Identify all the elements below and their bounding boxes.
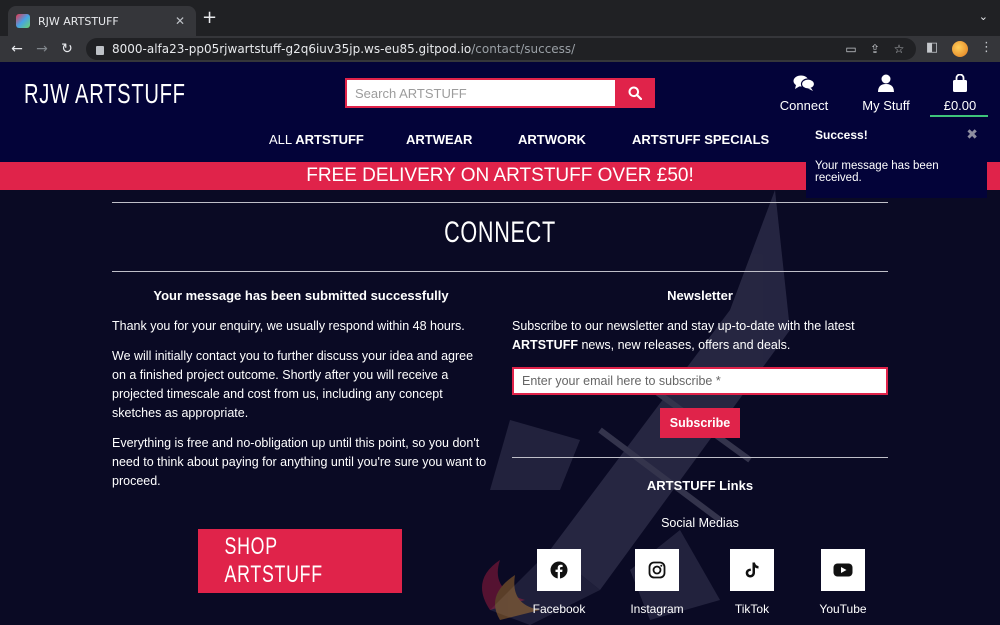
subscribe-button[interactable]: Subscribe bbox=[660, 408, 740, 438]
reader-mode-icon[interactable]: ▭ bbox=[844, 42, 858, 56]
success-heading: Your message has been submitted successf… bbox=[153, 288, 449, 303]
page-title: CONNECT bbox=[444, 216, 556, 249]
nav-all-artstuff[interactable]: ALL ARTSTUFF bbox=[269, 132, 364, 147]
success-paragraph-2: We will initially contact you to further… bbox=[112, 349, 474, 420]
search-form bbox=[345, 78, 655, 108]
instagram-label: Instagram bbox=[630, 602, 684, 616]
browser-menu-icon[interactable]: ⋮ bbox=[980, 40, 993, 55]
browser-tab[interactable]: RJW ARTSTUFF ✕ bbox=[8, 6, 196, 36]
reload-icon[interactable]: ↻ bbox=[58, 40, 76, 58]
browser-tab-bar: RJW ARTSTUFF ✕ + ⌄ bbox=[0, 0, 1000, 36]
title-divider-top bbox=[112, 202, 888, 203]
main-content: CONNECT Your message has been submitted … bbox=[0, 190, 1000, 625]
tab-title: RJW ARTSTUFF bbox=[38, 14, 119, 28]
instagram-icon-box bbox=[635, 549, 679, 591]
lock-icon bbox=[96, 45, 104, 55]
shop-artstuff-label: SHOP ARTSTUFF bbox=[224, 533, 323, 588]
nav-artwear[interactable]: ARTWEAR bbox=[406, 132, 472, 147]
success-message-column: Your message has been submitted successf… bbox=[112, 286, 490, 502]
new-tab-icon[interactable]: + bbox=[202, 9, 217, 27]
newsletter-column: Newsletter Subscribe to our newsletter a… bbox=[512, 286, 888, 367]
success-paragraph-3: Everything is free and no-obligation up … bbox=[112, 436, 487, 488]
profile-avatar-icon[interactable] bbox=[952, 41, 968, 57]
search-icon bbox=[628, 86, 642, 100]
title-divider-bottom bbox=[112, 271, 888, 272]
nav-artwork[interactable]: ARTWORK bbox=[518, 132, 586, 147]
tab-close-icon[interactable]: ✕ bbox=[172, 14, 188, 28]
site-favicon-icon bbox=[16, 14, 30, 28]
tiktok-icon-box bbox=[730, 549, 774, 591]
tab-search-chevron-icon[interactable]: ⌄ bbox=[979, 10, 988, 23]
instagram-link[interactable]: Instagram bbox=[622, 549, 692, 616]
social-heading: Social Medias bbox=[661, 516, 739, 530]
youtube-icon bbox=[833, 563, 853, 577]
nav-artstuff-specials[interactable]: ARTSTUFF SPECIALS bbox=[632, 132, 769, 147]
newsletter-email-input[interactable] bbox=[512, 367, 888, 395]
url-path: /contact/success/ bbox=[471, 42, 576, 56]
newsletter-text-before: Subscribe to our newsletter and stay up-… bbox=[512, 319, 855, 333]
connect-label: Connect bbox=[779, 98, 829, 113]
search-input[interactable] bbox=[345, 78, 615, 108]
facebook-icon-box bbox=[537, 549, 581, 591]
url-bar[interactable]: 8000-alfa23-pp05rjwartstuff-g2q6iuv35jp.… bbox=[86, 38, 916, 60]
url-host: 8000-alfa23-pp05rjwartstuff-g2q6iuv35jp.… bbox=[112, 42, 472, 56]
cart-progress-underline bbox=[930, 115, 988, 117]
instagram-icon bbox=[648, 561, 666, 579]
app-window: RJW ARTSTUFF ✕ + ⌄ ← → ↻ 8000-alfa23-pp0… bbox=[0, 0, 1000, 625]
links-heading: ARTSTUFF Links bbox=[646, 478, 754, 493]
youtube-icon-box bbox=[821, 549, 865, 591]
toast-message: Your message has been received. bbox=[815, 160, 939, 184]
shopping-bag-icon bbox=[953, 73, 967, 92]
success-paragraph-1: Thank you for your enquiry, we usually r… bbox=[112, 319, 465, 333]
site-logo[interactable]: RJW ARTSTUFF bbox=[24, 78, 186, 110]
tiktok-icon bbox=[745, 562, 759, 578]
links-divider bbox=[512, 457, 888, 458]
facebook-label: Facebook bbox=[532, 602, 586, 616]
chat-bubbles-icon bbox=[793, 75, 816, 91]
youtube-label: YouTube bbox=[819, 602, 867, 616]
my-stuff-link[interactable]: My Stuff bbox=[858, 74, 914, 113]
toast-close-icon[interactable]: ✖ bbox=[966, 126, 978, 143]
newsletter-text: Subscribe to our newsletter and stay up-… bbox=[512, 317, 888, 355]
success-toast: Success! ✖ Your message has been receive… bbox=[806, 118, 987, 198]
connect-link[interactable]: Connect bbox=[778, 74, 830, 113]
nav-all-label: ARTSTUFF bbox=[295, 132, 364, 147]
share-icon[interactable]: ⇪ bbox=[868, 42, 882, 56]
facebook-icon bbox=[550, 561, 568, 579]
bookmark-star-icon[interactable]: ☆ bbox=[892, 42, 906, 56]
nav-all-prefix: ALL bbox=[269, 132, 296, 147]
toast-title: Success! bbox=[815, 128, 868, 142]
newsletter-heading: Newsletter bbox=[667, 288, 733, 303]
side-panel-icon[interactable]: ◧ bbox=[926, 40, 938, 55]
search-button[interactable] bbox=[615, 78, 655, 108]
shop-artstuff-button[interactable]: SHOP ARTSTUFF bbox=[198, 529, 402, 593]
forward-arrow-icon[interactable]: → bbox=[33, 40, 51, 58]
facebook-link[interactable]: Facebook bbox=[524, 549, 594, 616]
browser-toolbar: ← → ↻ 8000-alfa23-pp05rjwartstuff-g2q6iu… bbox=[0, 36, 1000, 62]
newsletter-text-after: news, new releases, offers and deals. bbox=[577, 338, 791, 352]
cart-link[interactable]: £0.00 bbox=[938, 73, 982, 113]
newsletter-text-bold: ARTSTUFF bbox=[512, 338, 578, 352]
tiktok-link[interactable]: TikTok bbox=[717, 549, 787, 616]
user-icon bbox=[878, 74, 894, 92]
youtube-link[interactable]: YouTube bbox=[808, 549, 878, 616]
cart-total: £0.00 bbox=[943, 98, 977, 113]
back-arrow-icon[interactable]: ← bbox=[8, 40, 26, 58]
my-stuff-label: My Stuff bbox=[862, 98, 910, 113]
tiktok-label: TikTok bbox=[734, 602, 770, 616]
